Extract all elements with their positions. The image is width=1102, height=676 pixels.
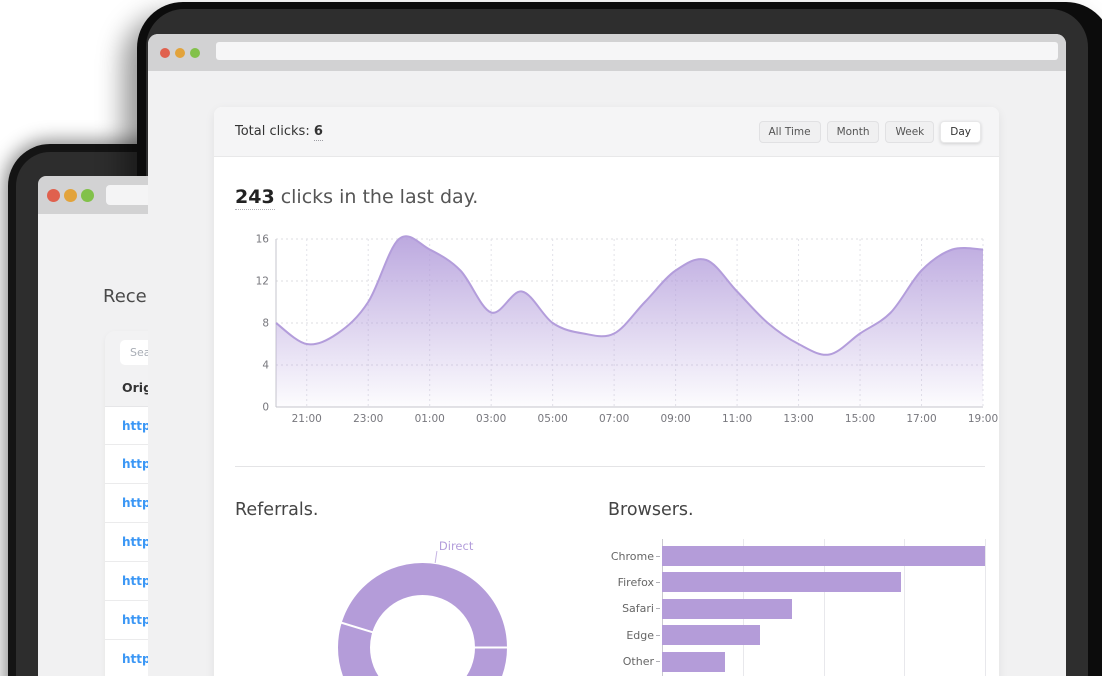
svg-text:8: 8 [262,318,269,330]
svg-text:07:00: 07:00 [599,413,629,425]
svg-text:19:00: 19:00 [968,413,998,425]
filter-day-button[interactable]: Day [940,120,981,143]
url-bar[interactable] [216,42,1058,60]
period-filter-group: All Time Month Week Day [758,120,981,143]
minimize-window-icon[interactable] [64,188,77,202]
bar-chrome[interactable] [662,546,985,566]
clicks-headline-text: clicks in the last day. [274,186,479,208]
analytics-card-header: Total clicks: 6 All Time Month Week Day [214,107,999,157]
clicks-area-chart: 0 4 8 12 16 21:00 23:00 01:00 03:00 05:00 07:00 09:… [256,234,999,426]
bar-safari[interactable] [662,598,792,619]
bar-row-other: Other [608,651,726,672]
filter-month-button[interactable]: Month [826,120,880,143]
browser-toolbar [148,34,1066,71]
svg-text:17:00: 17:00 [906,413,936,425]
window-controls [160,47,200,58]
svg-text:09:00: 09:00 [660,413,690,425]
clicks-headline: 243 clicks in the last day. [235,186,479,210]
axis-tick [656,634,660,636]
desktop: Recen Sear Origi https: https: https: https… [0,0,1102,676]
total-clicks-text: Total clicks: [235,124,310,139]
svg-text:4: 4 [262,360,269,372]
bar-row-edge: Edge [608,625,761,646]
referrals-title: Referrals. [235,500,319,520]
svg-text:05:00: 05:00 [538,413,568,425]
bar-other[interactable] [662,651,726,672]
bar-label: Safari [622,602,654,616]
bar-label: Chrome [610,549,654,563]
bar-gridline [985,539,986,676]
window-controls [47,188,94,202]
svg-text:11:00: 11:00 [722,413,752,425]
axis-tick [656,608,660,610]
svg-text:15:00: 15:00 [845,413,875,425]
svg-text:0: 0 [262,402,269,414]
axis-tick [656,661,660,663]
total-clicks-label: Total clicks: 6 [235,124,323,141]
minimize-window-icon[interactable] [175,47,185,58]
bar-label: Other [622,655,654,669]
svg-text:01:00: 01:00 [415,413,445,425]
browsers-title: Browsers. [608,500,694,520]
maximize-window-icon[interactable] [190,47,200,58]
axis-tick [656,581,660,583]
analytics-card: Total clicks: 6 All Time Month Week Day 243… [214,107,999,676]
bar-firefox[interactable] [662,572,901,593]
total-clicks-value: 6 [313,124,323,141]
svg-text:23:00: 23:00 [353,413,383,425]
foreground-browser-window: Total clicks: 6 All Time Month Week Day 243… [148,34,1066,676]
close-window-icon[interactable] [160,47,170,58]
filter-all-time-button[interactable]: All Time [758,120,821,143]
bar-edge[interactable] [662,625,761,646]
browsers-bar-chart: Chrome Firefox Safari Edge Other [608,535,988,676]
close-window-icon[interactable] [47,188,60,202]
svg-text:13:00: 13:00 [783,413,813,425]
svg-text:12: 12 [256,276,269,288]
svg-text:21:00: 21:00 [292,413,322,425]
bar-label: Edge [626,628,654,642]
axis-tick [656,555,660,557]
clicks-count: 243 [235,186,275,210]
svg-text:16: 16 [256,234,270,246]
section-divider [235,466,985,467]
filter-week-button[interactable]: Week [885,120,935,143]
bar-row-safari: Safari [608,598,792,619]
bar-row-chrome: Chrome [608,546,985,566]
bar-label: Firefox [617,575,654,589]
svg-text:03:00: 03:00 [476,413,506,425]
bar-row-firefox: Firefox [608,572,901,593]
donut-slice-label: Direct [439,539,474,553]
referrals-donut-chart: Direct [338,539,508,676]
maximize-window-icon[interactable] [81,188,94,202]
